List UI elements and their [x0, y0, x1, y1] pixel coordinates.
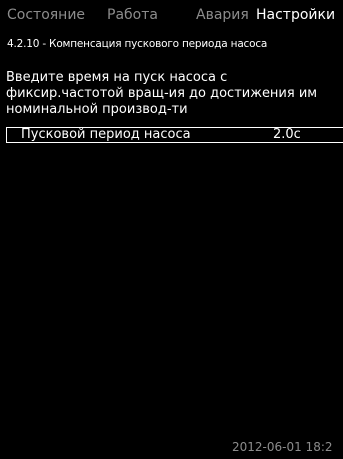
description-line: Введите время на пуск насоса с	[6, 70, 228, 85]
tab-settings[interactable]: Настройки	[256, 6, 335, 24]
description-line: номинальной производ-ти	[6, 102, 188, 117]
menu-title: 4.2.10 - Компенсация пускового периода н…	[7, 38, 268, 50]
description-text: Введите время на пуск насоса с фиксир.ча…	[6, 70, 343, 118]
pump-startup-period-row[interactable]: Пусковой период насоса 2.0с	[6, 127, 343, 143]
parameter-value[interactable]: 2.0с	[273, 127, 301, 143]
status-datetime: 2012-06-01 18:2	[232, 440, 333, 454]
parameter-label: Пусковой период насоса	[21, 127, 191, 142]
tab-bar: Состояние Работа Авария Настройки	[0, 0, 343, 30]
description-line: фиксир.частотой вращ-ия до достижения им	[6, 86, 318, 101]
tab-alarm[interactable]: Авария	[196, 6, 249, 24]
tab-operation[interactable]: Работа	[107, 6, 158, 24]
controller-screen: Состояние Работа Авария Настройки 4.2.10…	[0, 0, 343, 459]
tab-status[interactable]: Состояние	[7, 6, 85, 24]
